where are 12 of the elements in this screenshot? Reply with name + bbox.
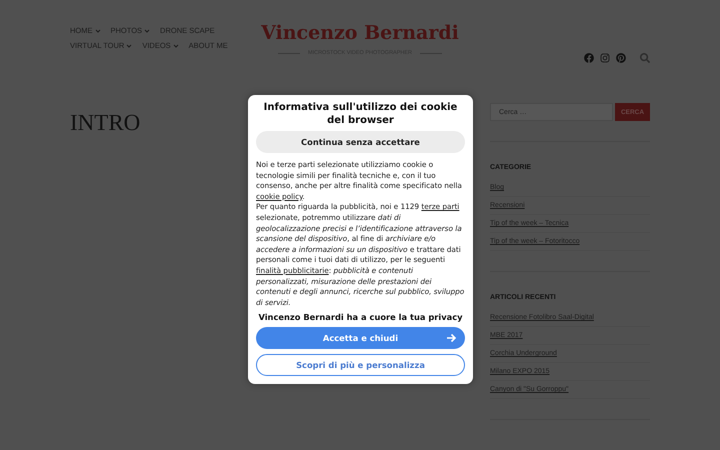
arrow-icon — [446, 333, 457, 344]
facebook-icon[interactable] — [584, 53, 594, 63]
instagram-icon[interactable] — [600, 53, 610, 63]
page-heading: INTRO — [70, 110, 140, 136]
pinterest-icon[interactable] — [616, 53, 626, 63]
continue-without-accepting-button[interactable]: Continua senza accettare — [256, 131, 465, 153]
site-title[interactable]: Vincenzo Bernardi — [261, 22, 459, 44]
dialog-title: Informativa sull'utilizzo dei cookie del browser — [262, 102, 458, 127]
customize-button[interactable]: Scopri di più e personalizza — [256, 354, 465, 376]
privacy-note: Vincenzo Bernardi ha a cuore la tua privacy — [257, 312, 464, 322]
accept-button[interactable]: Accetta e chiudi — [256, 327, 465, 350]
search-icon[interactable] — [640, 53, 650, 63]
